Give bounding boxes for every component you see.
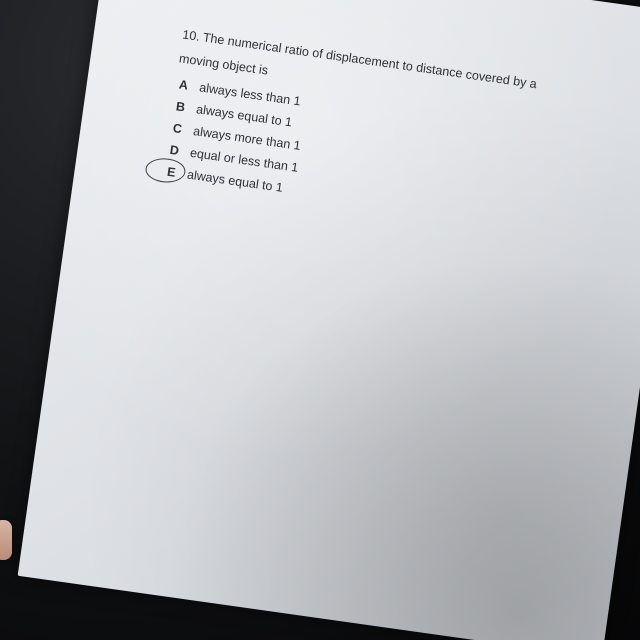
option-letter-c: C — [171, 121, 183, 137]
finger-icon — [0, 520, 12, 560]
option-letter-e: E — [144, 157, 187, 185]
question-block: 10. The numerical ratio of displacement … — [144, 28, 590, 241]
photo-scene: 10. The numerical ratio of displacement … — [0, 0, 640, 640]
option-letter-b: B — [174, 99, 186, 115]
paper-sheet: 10. The numerical ratio of displacement … — [17, 0, 640, 640]
option-letter-a: A — [178, 77, 189, 94]
